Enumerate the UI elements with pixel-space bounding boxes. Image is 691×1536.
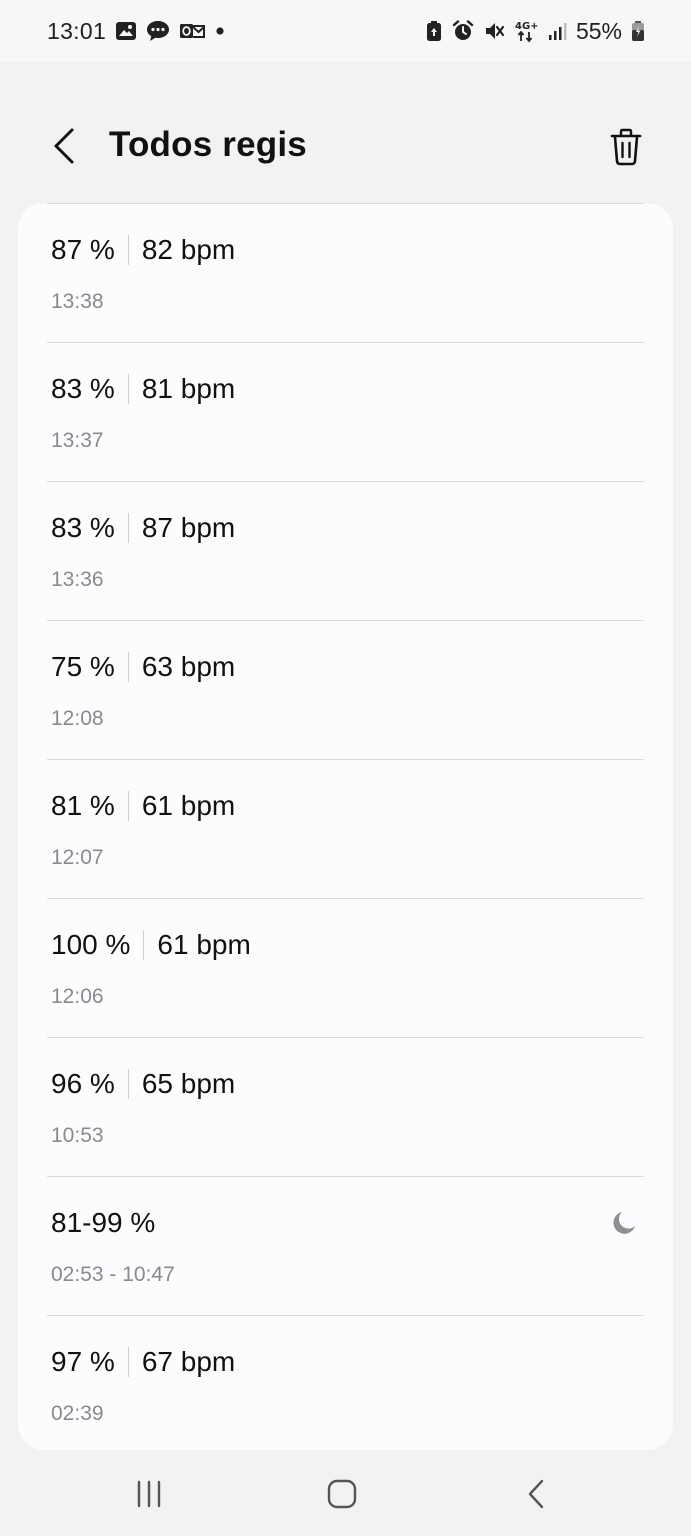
home-button[interactable] (322, 1476, 362, 1512)
value-separator (127, 1347, 129, 1377)
record-row[interactable]: 81 % 61 bpm 12:07 (18, 759, 673, 898)
spo2-value: 81 % (51, 790, 115, 821)
heart-rate-value: 61 bpm (157, 929, 251, 960)
moon-icon (613, 1212, 635, 1234)
spo2-value: 100 % (51, 929, 131, 960)
record-row[interactable]: 100 % 61 bpm 12:06 (18, 898, 673, 1037)
battery-icon (631, 20, 645, 42)
trash-icon (610, 128, 642, 166)
record-time: 12:08 (51, 707, 104, 730)
battery-saver-icon (425, 20, 443, 42)
spo2-value: 81-99 % (51, 1207, 156, 1238)
heart-rate-value: 87 bpm (141, 512, 236, 543)
record-time: 12:07 (51, 846, 104, 869)
alarm-icon (452, 20, 474, 42)
spo2-value: 87 % (51, 234, 115, 265)
value-separator (127, 513, 129, 543)
spo2-value: 75 % (51, 651, 115, 682)
record-values: 75 % 63 bpm (51, 651, 235, 683)
outlook-icon (179, 21, 206, 41)
page-title: Todos regis (109, 125, 307, 164)
status-bar-left: 13:01 (47, 18, 226, 45)
row-divider (47, 620, 644, 621)
back-nav-button[interactable] (516, 1476, 556, 1512)
back-button[interactable] (42, 122, 86, 170)
record-row[interactable]: 96 % 65 bpm 10:53 (18, 1037, 673, 1176)
home-icon (327, 1479, 357, 1509)
spo2-value: 83 % (51, 373, 115, 404)
recent-apps-icon (137, 1480, 161, 1508)
record-values: 83 % 81 bpm (51, 373, 235, 405)
record-time: 13:38 (51, 290, 104, 313)
mute-icon (483, 20, 505, 42)
svg-text:4G+: 4G+ (515, 21, 538, 32)
record-time: 02:39 (51, 1402, 104, 1425)
network-4g-icon: 4G+ (514, 19, 538, 43)
status-bar: 13:01 4G+ 55% (0, 0, 691, 62)
row-divider (47, 1037, 644, 1038)
row-divider (47, 342, 644, 343)
records-list: 87 % 82 bpm 13:38 83 % 81 bpm 13:37 83 % 87 bpm… (18, 203, 673, 1450)
record-values: 96 % 65 bpm (51, 1068, 235, 1100)
delete-button[interactable] (604, 124, 648, 170)
record-time: 10:53 (51, 1124, 104, 1147)
value-separator (127, 235, 129, 265)
heart-rate-value: 63 bpm (141, 651, 236, 682)
record-row[interactable]: 83 % 87 bpm 13:36 (18, 481, 673, 620)
app-bar: Todos regis (0, 62, 691, 202)
record-values: 83 % 87 bpm (51, 512, 235, 544)
status-bar-right: 4G+ 55% (425, 18, 645, 45)
value-separator (143, 930, 145, 960)
recent-apps-button[interactable] (129, 1476, 169, 1512)
row-divider (47, 898, 644, 899)
record-row[interactable]: 87 % 82 bpm 13:38 (18, 203, 673, 342)
battery-percent: 55% (575, 17, 622, 44)
chat-bubble-icon (146, 20, 170, 42)
record-row[interactable]: 81-99 % 02:53 - 10:47 (18, 1176, 673, 1315)
spo2-value: 83 % (51, 512, 115, 543)
record-row[interactable]: 83 % 81 bpm 13:37 (18, 342, 673, 481)
heart-rate-value: 81 bpm (141, 373, 236, 404)
value-separator (127, 374, 129, 404)
record-time: 12:06 (51, 985, 104, 1008)
record-time: 13:37 (51, 429, 104, 452)
record-values: 87 % 82 bpm (51, 234, 235, 266)
record-values: 97 % 67 bpm (51, 1346, 235, 1378)
value-separator (127, 652, 129, 682)
back-nav-icon (528, 1479, 544, 1509)
record-time: 13:36 (51, 568, 104, 591)
spo2-value: 96 % (51, 1068, 115, 1099)
dot-icon (214, 25, 226, 37)
heart-rate-value: 67 bpm (141, 1346, 236, 1377)
status-time: 13:01 (47, 17, 107, 44)
spo2-value: 97 % (51, 1346, 115, 1377)
row-divider (47, 1315, 644, 1316)
record-values: 81-99 % (51, 1207, 155, 1239)
value-separator (127, 791, 129, 821)
signal-icon (547, 21, 567, 41)
gallery-icon (115, 21, 137, 41)
record-time: 02:53 - 10:47 (51, 1263, 175, 1286)
heart-rate-value: 82 bpm (141, 234, 236, 265)
chevron-left-icon (54, 128, 74, 164)
row-divider (47, 1176, 644, 1177)
record-row[interactable]: 75 % 63 bpm 12:08 (18, 620, 673, 759)
value-separator (127, 1069, 129, 1099)
navigation-bar (0, 1450, 691, 1536)
row-divider (47, 759, 644, 760)
row-divider (47, 481, 644, 482)
heart-rate-value: 65 bpm (141, 1068, 236, 1099)
record-values: 81 % 61 bpm (51, 790, 235, 822)
row-divider (47, 203, 644, 204)
heart-rate-value: 61 bpm (141, 790, 236, 821)
record-values: 100 % 61 bpm (51, 929, 251, 961)
record-row[interactable]: 97 % 67 bpm 02:39 (18, 1315, 673, 1450)
